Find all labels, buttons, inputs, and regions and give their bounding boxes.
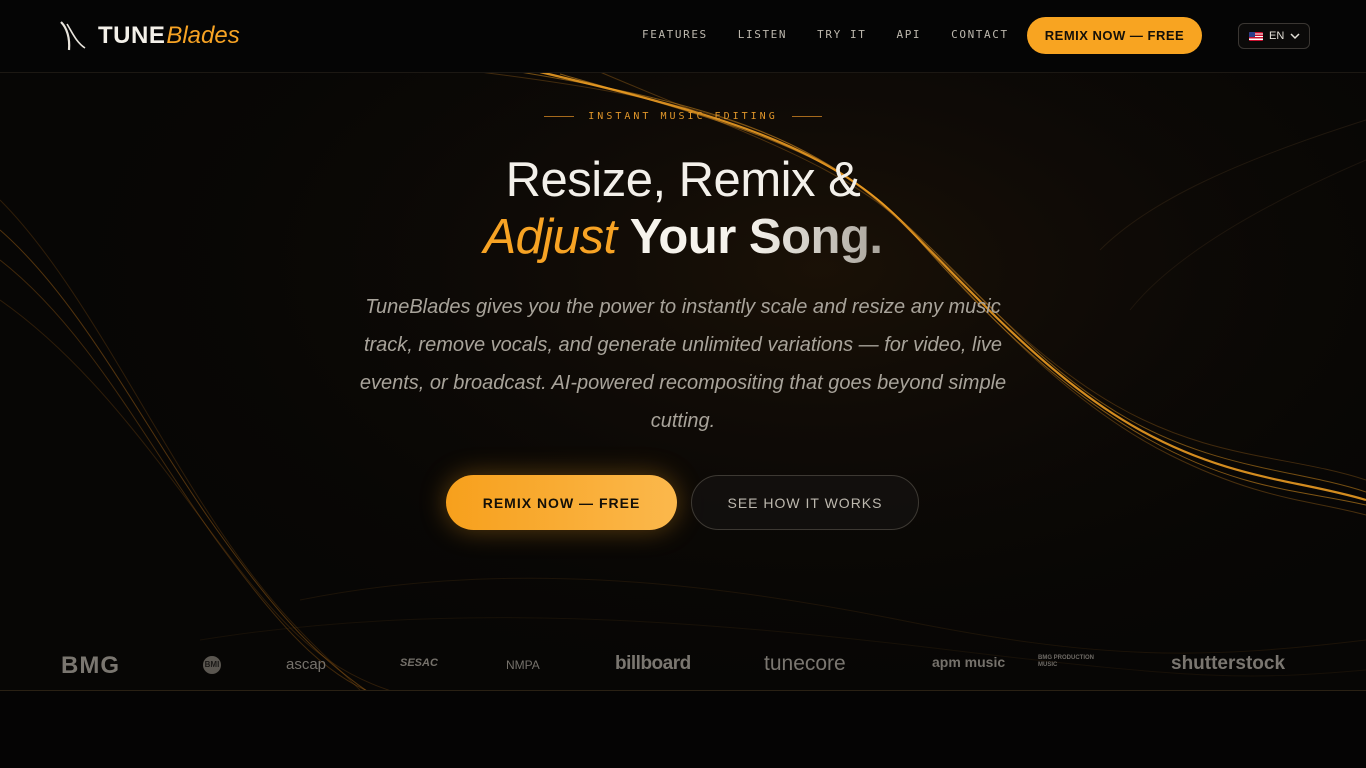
see-how-it-works-button[interactable]: SEE HOW IT WORKS xyxy=(691,475,919,530)
nav-link-api[interactable]: API xyxy=(896,28,921,41)
partner-logo-bmg: BMG xyxy=(61,652,120,679)
us-flag-icon xyxy=(1249,31,1263,41)
top-navbar: TUNE Blades FEATURES LISTEN TRY IT API C… xyxy=(0,0,1366,73)
nav-links: FEATURES LISTEN TRY IT API CONTACT xyxy=(642,28,1039,41)
next-section-dark xyxy=(0,691,1366,768)
partner-logo-ascap: ascap xyxy=(286,656,327,673)
nav-link-features[interactable]: FEATURES xyxy=(642,28,708,41)
hero-subtitle: TuneBlades gives you the power to instan… xyxy=(359,296,1007,432)
eyebrow-rule-left xyxy=(544,116,575,117)
blade-logo-icon xyxy=(60,21,86,51)
nav-link-try-it[interactable]: TRY IT xyxy=(817,28,866,41)
language-selector[interactable]: EN xyxy=(1238,23,1310,49)
headline-adjust: Adjust xyxy=(483,210,617,264)
language-code: EN xyxy=(1269,30,1285,42)
nav-link-contact[interactable]: CONTACT xyxy=(951,28,1009,41)
chevron-down-icon xyxy=(1290,33,1300,40)
brand-name-italic: Blades xyxy=(166,22,240,49)
nav-link-listen[interactable]: LISTEN xyxy=(738,28,787,41)
partner-logo-nmpa: NMPA xyxy=(506,658,540,672)
partner-logo-strip: BMG BMI ascap SESAC NMPA billboard tunec… xyxy=(0,640,1366,691)
brand-logo[interactable]: TUNE Blades xyxy=(58,20,240,52)
headline-line-1: Resize, Remix & xyxy=(505,153,861,207)
partner-logo-tunecore: tunecore xyxy=(764,652,846,675)
partner-logo-shutterstock: shutterstock xyxy=(1171,653,1286,674)
brand-name-bold: TUNE xyxy=(98,22,166,49)
partner-logo-bmi: BMI xyxy=(203,656,221,674)
partner-logo-apm-music: apm music xyxy=(932,654,1006,670)
partner-logo-sesac: SESAC xyxy=(400,657,438,669)
headline-line-2: Adjust Your Song. xyxy=(0,209,1366,266)
partner-logo-billboard: billboard xyxy=(615,653,691,674)
partner-logo-bmg-production-music: BMG PRODUCTION MUSIC xyxy=(1038,655,1094,668)
eyebrow-rule-right xyxy=(791,116,822,117)
headline-song: Song. xyxy=(748,210,883,264)
nav-remix-now-button[interactable]: REMIX NOW — FREE xyxy=(1027,17,1202,54)
headline-your: Your xyxy=(629,210,736,264)
eyebrow-text: INSTANT MUSIC EDITING xyxy=(588,111,778,122)
hero-remix-now-button[interactable]: REMIX NOW — FREE xyxy=(446,475,677,530)
hero-eyebrow: INSTANT MUSIC EDITING xyxy=(0,111,1366,122)
